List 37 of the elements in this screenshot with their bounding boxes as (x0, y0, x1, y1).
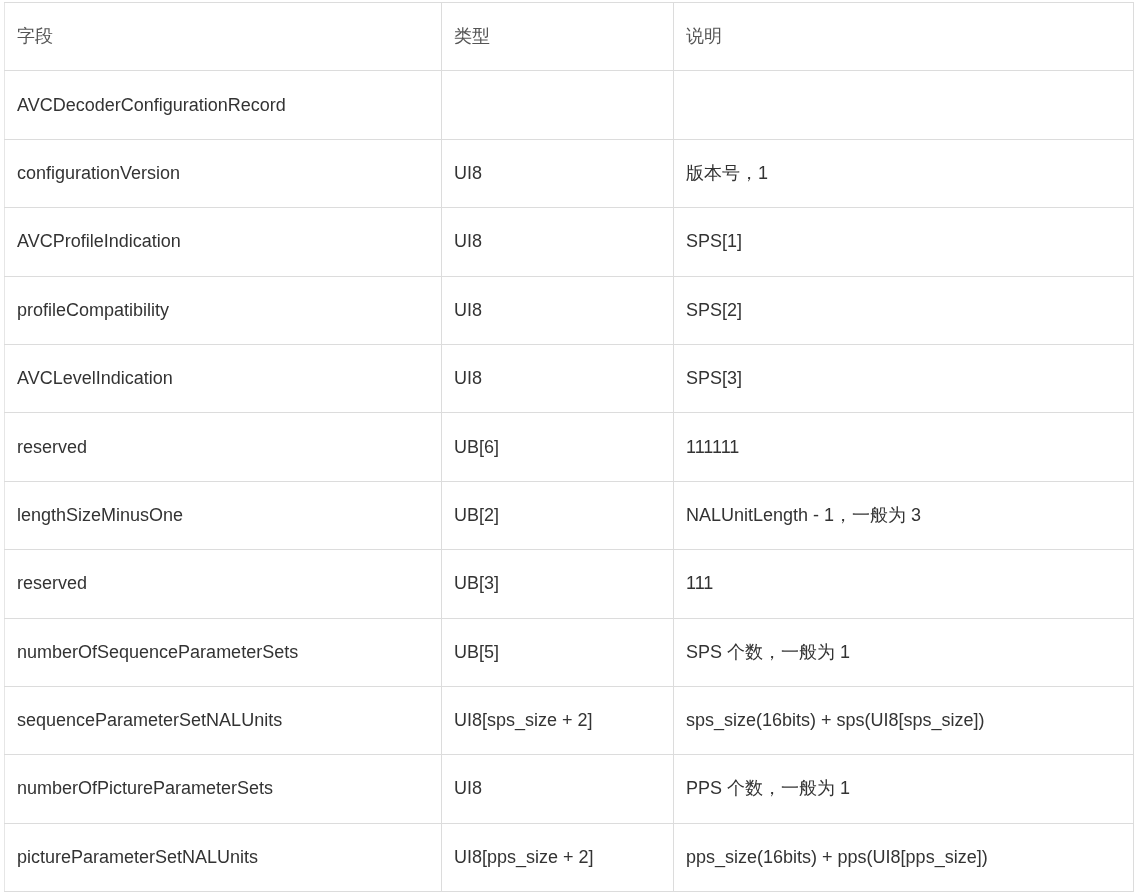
table-cell: SPS[3] (673, 344, 1134, 413)
table-cell: lengthSizeMinusOne (4, 481, 442, 550)
column-header: 字段 (4, 2, 442, 71)
table-cell: reserved (4, 549, 442, 618)
table-cell: SPS[2] (673, 276, 1134, 345)
table-cell: UI8 (441, 207, 674, 277)
table-cell: UB[6] (441, 412, 674, 482)
table-cell: pictureParameterSetNALUnits (4, 823, 442, 892)
table-cell: SPS[1] (673, 207, 1134, 277)
table-cell: 版本号，1 (673, 139, 1134, 208)
table-cell: sps_size(16bits) + sps(UI8[sps_size]) (673, 686, 1134, 755)
table-cell: UB[5] (441, 618, 674, 687)
table-cell: 111 (673, 549, 1134, 618)
table-cell: UI8 (441, 754, 674, 824)
table-cell: configurationVersion (4, 139, 442, 208)
table-cell: AVCLevelIndication (4, 344, 442, 413)
table-cell: UI8 (441, 276, 674, 345)
table-cell: SPS 个数，一般为 1 (673, 618, 1134, 687)
table-cell: AVCDecoderConfigurationRecord (4, 70, 442, 140)
table-cell: UI8[pps_size + 2] (441, 823, 674, 892)
column-header: 类型 (441, 2, 674, 71)
table-cell: UB[2] (441, 481, 674, 550)
table-cell: UB[3] (441, 549, 674, 618)
table-cell: AVCProfileIndication (4, 207, 442, 277)
table-cell: pps_size(16bits) + pps(UI8[pps_size]) (673, 823, 1134, 892)
table-cell: sequenceParameterSetNALUnits (4, 686, 442, 755)
table-cell: numberOfPictureParameterSets (4, 754, 442, 824)
table-cell: numberOfSequenceParameterSets (4, 618, 442, 687)
table-cell: UI8 (441, 139, 674, 208)
table-cell: 111111 (673, 412, 1134, 482)
table-cell: PPS 个数，一般为 1 (673, 754, 1134, 824)
table-cell: UI8 (441, 344, 674, 413)
table-cell: NALUnitLength - 1，一般为 3 (673, 481, 1134, 550)
table-cell: reserved (4, 412, 442, 482)
table-cell: profileCompatibility (4, 276, 442, 345)
column-header: 说明 (673, 2, 1134, 71)
table-cell: UI8[sps_size + 2] (441, 686, 674, 755)
